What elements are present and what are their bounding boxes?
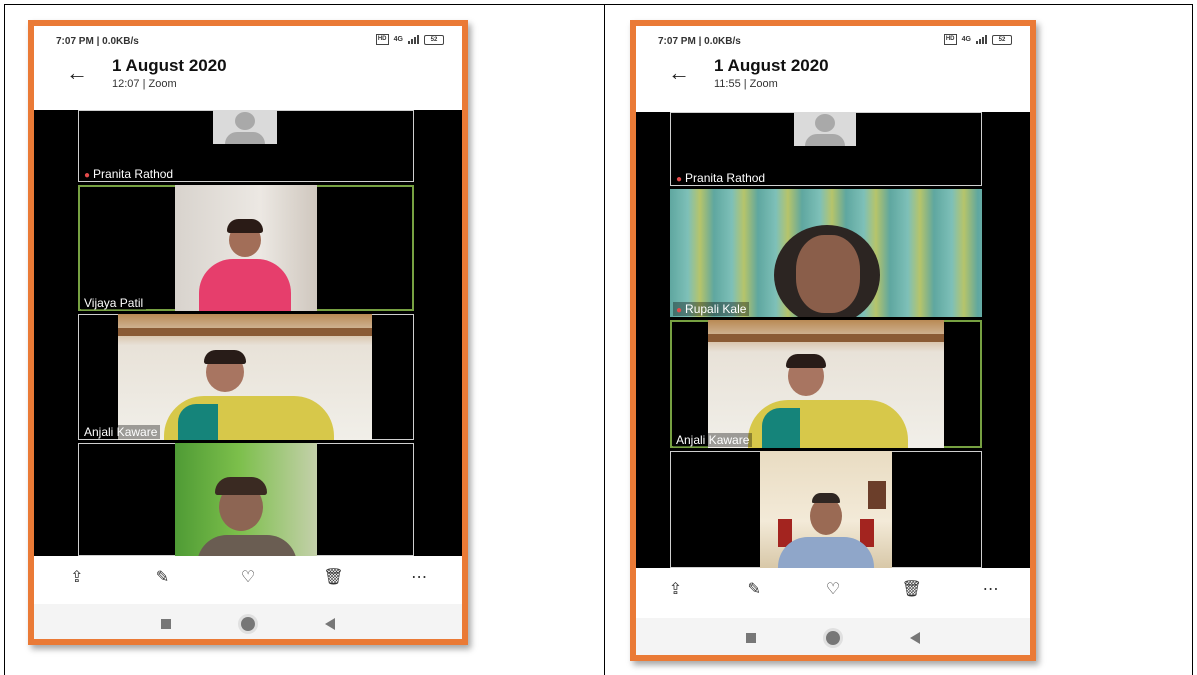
back-arrow-icon[interactable]: ←	[668, 60, 690, 86]
participant-name: Anjali Kaware	[81, 425, 161, 439]
battery-icon: 52	[992, 34, 1012, 45]
share-icon[interactable]: ⇪	[62, 567, 92, 587]
status-bar: 7:07 PM | 0.0KB/s HD 4G 52	[636, 26, 1030, 54]
participant-name: Vijaya Patil	[81, 296, 147, 310]
more-options-icon[interactable]: ⋯	[976, 579, 1006, 599]
network-label: 4G	[393, 36, 403, 43]
participant-name: Anjali Kaware	[673, 433, 753, 447]
photo-time-source: 11:55 | Zoom	[714, 78, 778, 90]
edit-icon[interactable]: ✎	[147, 567, 177, 587]
edit-icon[interactable]: ✎	[739, 579, 769, 599]
participant-tile: ● Pranita Rathod	[78, 110, 414, 182]
photo-action-toolbar: ⇪ ✎ ♡ 🗑 ⋯	[34, 556, 462, 598]
participant-tile-active-speaker: Anjali Kaware	[670, 320, 982, 448]
participant-tile	[670, 451, 982, 568]
battery-icon: 52	[424, 34, 444, 45]
photo-action-toolbar: ⇪ ✎ ♡ 🗑 ⋯	[636, 568, 1030, 610]
participant-video	[760, 451, 892, 568]
phone-screenshot-2: 7:07 PM | 0.0KB/s HD 4G 52 ← 1 August 20…	[630, 20, 1036, 661]
photo-header: ← 1 August 2020 11:55 | Zoom	[636, 54, 1030, 102]
mic-muted-icon: ●	[676, 174, 683, 185]
participant-tile-active-speaker: Vijaya Patil	[78, 185, 414, 311]
phone-screenshot-1: 7:07 PM | 0.0KB/s HD 4G 52 ← 1 August 20…	[28, 20, 468, 645]
home-button-icon[interactable]	[826, 631, 840, 645]
photo-time-source: 12:07 | Zoom	[112, 78, 177, 90]
zoom-video-grid: ● Pranita Rathod Vijaya Patil Anjali Kawa…	[34, 110, 462, 556]
mic-muted-icon: ●	[676, 305, 683, 316]
share-icon[interactable]: ⇪	[660, 579, 690, 599]
status-bar: 7:07 PM | 0.0KB/s HD 4G 52	[34, 26, 462, 54]
participant-video	[670, 189, 982, 317]
heart-icon[interactable]: ♡	[818, 579, 848, 599]
participant-tile	[78, 443, 414, 556]
heart-icon[interactable]: ♡	[233, 567, 263, 587]
participant-video	[118, 314, 372, 440]
recents-button-icon[interactable]	[746, 633, 756, 643]
mic-muted-icon: ●	[84, 170, 91, 181]
delete-icon[interactable]: 🗑	[319, 567, 349, 587]
avatar-placeholder	[213, 110, 277, 144]
participant-video	[175, 443, 317, 556]
hd-icon: HD	[375, 34, 389, 45]
signal-icon	[408, 35, 419, 44]
participant-video	[708, 320, 944, 448]
table-border-middle	[604, 4, 605, 675]
participant-tile: ● Rupali Kale	[670, 189, 982, 317]
participant-tile: Anjali Kaware	[78, 314, 414, 440]
table-border-right	[1192, 4, 1193, 675]
network-label: 4G	[961, 36, 971, 43]
avatar-placeholder	[794, 112, 856, 146]
participant-name: ● Rupali Kale	[673, 302, 750, 316]
android-nav-bar	[636, 618, 1030, 655]
zoom-video-grid: ● Pranita Rathod ● Rupali Kale Anjali Kawa…	[636, 112, 1030, 568]
nav-back-button-icon[interactable]	[910, 632, 920, 644]
participant-name: ● Pranita Rathod	[673, 171, 769, 185]
delete-icon[interactable]: 🗑	[897, 579, 927, 599]
status-time: 7:07 PM | 0.0KB/s	[56, 36, 139, 47]
table-border-left	[4, 4, 5, 675]
home-button-icon[interactable]	[241, 617, 255, 631]
photo-date-title: 1 August 2020	[112, 56, 227, 75]
hd-icon: HD	[943, 34, 957, 45]
participant-tile: ● Pranita Rathod	[670, 112, 982, 186]
participant-name: ● Pranita Rathod	[81, 167, 177, 181]
photo-date-title: 1 August 2020	[714, 56, 829, 75]
status-time: 7:07 PM | 0.0KB/s	[658, 36, 741, 47]
more-options-icon[interactable]: ⋯	[404, 567, 434, 587]
participant-video	[175, 185, 317, 311]
signal-icon	[976, 35, 987, 44]
android-nav-bar	[34, 604, 462, 639]
table-border-top	[4, 4, 1193, 5]
photo-header: ← 1 August 2020 12:07 | Zoom	[34, 54, 462, 102]
nav-back-button-icon[interactable]	[325, 618, 335, 630]
recents-button-icon[interactable]	[161, 619, 171, 629]
back-arrow-icon[interactable]: ←	[66, 60, 88, 86]
